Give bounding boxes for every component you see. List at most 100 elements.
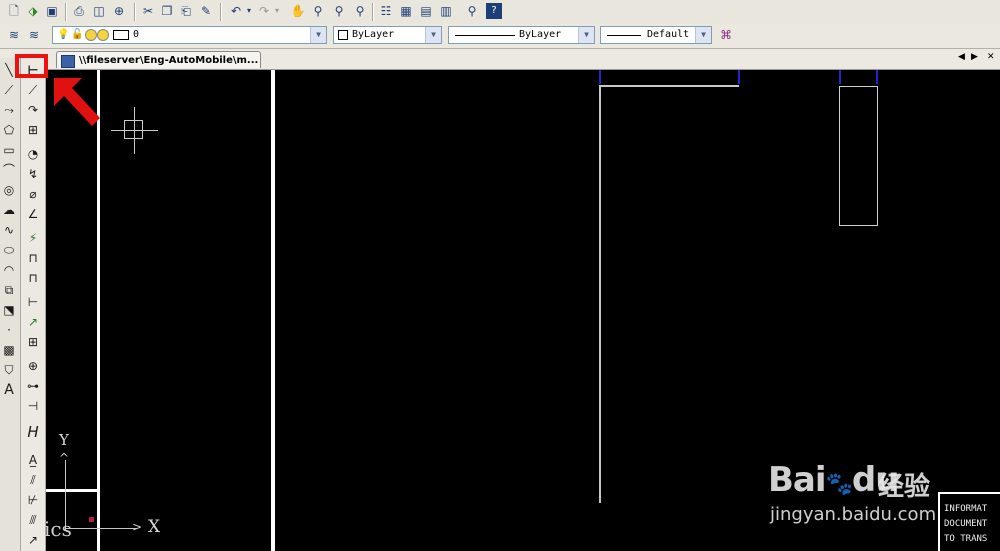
lineweight-preview <box>607 35 641 36</box>
copy-icon[interactable]: ❐ <box>159 3 175 19</box>
freeze-viewport-icon <box>97 29 109 41</box>
undo-dropdown-icon[interactable]: ▾ <box>241 3 257 19</box>
help-icon[interactable]: ? <box>486 3 502 19</box>
linetype-preview <box>455 35 515 36</box>
chevron-down-icon[interactable]: ▼ <box>578 27 594 43</box>
highlight-box <box>15 54 48 78</box>
chevron-down-icon[interactable]: ▼ <box>310 27 326 43</box>
ucs-x-label: X <box>148 517 161 537</box>
sheet-set-icon[interactable]: ▥ <box>438 3 454 19</box>
quick-leader-icon[interactable]: ⊢ <box>25 294 41 310</box>
polygon-icon[interactable]: ⬠ <box>1 122 17 138</box>
insert-block-icon[interactable]: ⧉ <box>1 282 17 298</box>
angular-icon[interactable]: ∠ <box>25 206 41 222</box>
dimension-break-icon[interactable]: ⊬ <box>25 492 41 508</box>
publish-icon[interactable]: ⊕ <box>111 3 127 19</box>
center-mark-icon[interactable]: ⊞ <box>25 334 41 350</box>
properties-icon[interactable]: ☷ <box>378 3 394 19</box>
align-icon[interactable]: ⫽ <box>25 472 41 488</box>
polyline-icon[interactable]: ⤳ <box>1 102 17 118</box>
multiline-text-icon[interactable]: A <box>1 382 17 398</box>
arc-length-icon[interactable]: ↷ <box>25 102 41 118</box>
layer-dropdown[interactable]: 💡 🔓 0 ▼ <box>52 26 327 44</box>
hatch-icon[interactable]: ▩ <box>1 342 17 358</box>
save-icon[interactable]: ▣ <box>44 3 60 19</box>
dimension-extension-line <box>839 70 841 84</box>
circle-icon[interactable]: ◎ <box>1 182 17 198</box>
dimension-extension-line <box>738 70 740 84</box>
print-icon[interactable]: ⎙ <box>71 3 87 19</box>
match-properties-icon[interactable]: ✎ <box>198 3 214 19</box>
preview-icon[interactable]: ◫ <box>91 3 107 19</box>
region-icon[interactable]: ⛉ <box>1 362 17 378</box>
arc-icon[interactable]: ⌒ <box>1 162 17 178</box>
linetype-dropdown[interactable]: ByLayer ▼ <box>448 26 595 44</box>
dimension-toolbar: ⊢ ⟋ ↷ ⊞ ◔ ↯ ⌀ ∠ ⚡ ⊓ ⊓ ⊢ ↗ ⊞ ⊕ ⊶ ⊣ H A̲ ⫽… <box>21 58 46 551</box>
title-block-line: INFORMAT <box>944 504 988 514</box>
redo-dropdown-icon[interactable]: ▾ <box>269 3 285 19</box>
quick-dimension-icon[interactable]: ⚡ <box>25 230 41 246</box>
ucs-origin-marker <box>89 517 94 522</box>
ellipse-arc-icon[interactable]: ◠ <box>1 262 17 278</box>
aligned-dimension-icon[interactable]: ⟋ <box>25 82 41 98</box>
freeze-icon <box>85 29 97 41</box>
zoom-window-icon[interactable]: ⚲ <box>331 3 347 19</box>
new-icon[interactable]: 🗋 <box>6 3 22 19</box>
spline-icon[interactable]: ∿ <box>1 222 17 238</box>
text-style-icon[interactable]: A̲ <box>25 452 41 468</box>
tab-scroll-right-icon[interactable]: ▶ <box>971 52 978 62</box>
zoom-previous-icon[interactable]: ⚲ <box>352 3 368 19</box>
jogged-icon[interactable]: ↯ <box>25 166 41 182</box>
dimension-extension-line <box>599 70 601 84</box>
pickbox <box>124 120 143 139</box>
chevron-down-icon[interactable]: ▼ <box>425 27 441 43</box>
revision-cloud-icon[interactable]: ☁ <box>1 202 17 218</box>
layer-manager-icon[interactable]: ≋ <box>6 27 22 43</box>
paste-icon[interactable]: ⎗ <box>178 3 194 19</box>
cut-icon[interactable]: ✂ <box>140 3 156 19</box>
construction-line-icon[interactable]: ⟋ <box>1 82 17 98</box>
document-tab[interactable]: \\fileserver\Eng-AutoMobile\m... <box>56 51 261 68</box>
point-icon[interactable]: · <box>1 322 17 338</box>
pan-icon[interactable]: ✋ <box>290 3 306 19</box>
layer-previous-icon[interactable]: ≋ <box>26 27 42 43</box>
dimension-update-icon[interactable]: ⊣ <box>25 398 41 414</box>
calculator-icon[interactable]: ⚲ <box>464 3 480 19</box>
lineweight-dropdown[interactable]: Default ▼ <box>600 26 712 44</box>
dimension-extension-line <box>876 70 878 84</box>
design-center-icon[interactable]: ▦ <box>398 3 414 19</box>
drawing-file-icon <box>61 55 75 68</box>
ucs-y-label: Y <box>59 431 69 449</box>
watermark-url: jingyan.baidu.com <box>770 504 937 525</box>
tab-scroll-left-icon[interactable]: ◀ <box>958 52 965 62</box>
layer-color-swatch <box>113 30 129 40</box>
tolerance-icon[interactable]: ↗ <box>25 314 41 330</box>
close-icon[interactable]: ✕ <box>987 52 995 62</box>
make-block-icon[interactable]: ⬔ <box>1 302 17 318</box>
continue-icon[interactable]: ⊓ <box>25 270 41 286</box>
open-icon[interactable]: ⬗ <box>25 3 41 19</box>
baseline-icon[interactable]: ⊓ <box>25 250 41 266</box>
dimension-style-icon[interactable]: H <box>25 424 41 440</box>
radius-icon[interactable]: ◔ <box>25 146 41 162</box>
zoom-realtime-icon[interactable]: ⚲ <box>310 3 326 19</box>
dimension-edit-icon[interactable]: ⊕ <box>25 358 41 374</box>
chevron-down-icon[interactable]: ▼ <box>695 27 711 43</box>
plot-style-icon[interactable]: ⌘ <box>718 27 734 43</box>
dimension-reassociate-icon[interactable]: ↗ <box>25 532 41 548</box>
paw-icon: 🐾 <box>825 472 853 497</box>
standard-toolbar: 🗋 ⬗ ▣ ⎙ ◫ ⊕ ✂ ❐ ⎗ ✎ ↶ ▾ ↷ ▾ ✋ ⚲ ⚲ ⚲ ☷ ▦ … <box>0 0 1000 25</box>
diameter-icon[interactable]: ⌀ <box>25 186 41 202</box>
rectangle-icon[interactable]: ▭ <box>1 142 17 158</box>
dimension-text-edit-icon[interactable]: ⊶ <box>25 378 41 394</box>
ucs-x-axis <box>65 528 137 529</box>
draw-toolbar: ╲ ⟋ ⤳ ⬠ ▭ ⌒ ◎ ☁ ∿ ⬭ ◠ ⧉ ⬔ · ▩ ⛉ A <box>0 58 21 551</box>
slot-rectangle <box>839 86 878 226</box>
tool-palettes-icon[interactable]: ▤ <box>418 3 434 19</box>
layer-name: 0 <box>133 29 140 40</box>
title-block-line: TO TRANS <box>944 534 988 544</box>
oblique-icon[interactable]: ⫻ <box>25 512 41 528</box>
color-dropdown[interactable]: ByLayer ▼ <box>333 26 442 44</box>
ellipse-icon[interactable]: ⬭ <box>1 242 17 258</box>
ordinate-icon[interactable]: ⊞ <box>25 122 41 138</box>
